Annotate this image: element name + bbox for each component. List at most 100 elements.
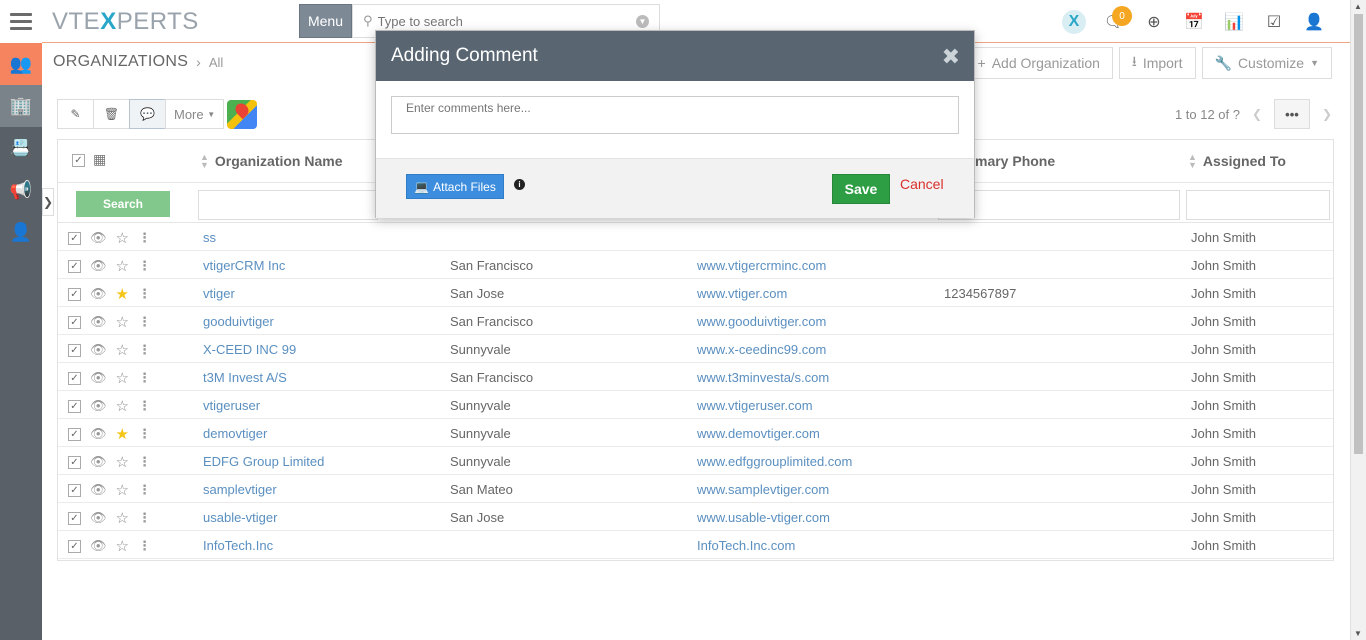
column-organization-name[interactable]: ▲ ▼ Organization Name <box>200 153 343 170</box>
kebab-menu-icon[interactable]: ⋮ <box>138 426 151 442</box>
table-row[interactable]: ✓ 👁 ★ ⋮ vtiger San Jose www.vtiger.com 12345678… <box>58 279 1333 307</box>
search-button[interactable]: Search <box>76 191 170 217</box>
import-button[interactable]: ⭳ Import <box>1118 47 1196 79</box>
star-icon[interactable]: ☆ <box>116 481 129 499</box>
scroll-up-arrow-icon[interactable]: ▲ <box>1354 2 1362 11</box>
attach-files-button[interactable]: 💻 Attach Files <box>406 174 504 199</box>
kebab-menu-icon[interactable]: ⋮ <box>138 538 151 554</box>
google-maps-icon[interactable] <box>227 100 257 129</box>
chat-icon[interactable]: 🗨0 <box>1094 0 1134 43</box>
website-link[interactable]: www.edfggrouplimited.com <box>697 454 852 469</box>
close-icon[interactable]: ✖ <box>942 44 960 70</box>
select-all-checkbox[interactable]: ✓ <box>72 154 85 167</box>
row-checkbox[interactable]: ✓ <box>68 287 81 301</box>
organization-name-link[interactable]: vtiger <box>203 286 235 301</box>
kebab-menu-icon[interactable]: ⋮ <box>138 370 151 386</box>
table-row[interactable]: ✓ 👁 ☆ ⋮ samplevtiger San Mateo www.samplevtige… <box>58 475 1333 503</box>
table-row[interactable]: ✓ 👁 ☆ ⋮ EDFG Group Limited Sunnyvale www.edfgg… <box>58 447 1333 475</box>
eye-view-icon[interactable]: 👁 <box>90 510 107 526</box>
app-logo[interactable]: VTEXPERTS <box>52 8 199 36</box>
eye-view-icon[interactable]: 👁 <box>90 454 107 470</box>
organization-name-link[interactable]: samplevtiger <box>203 482 277 497</box>
row-checkbox[interactable]: ✓ <box>68 539 81 553</box>
comment-bubble-icon[interactable]: 💬 <box>129 99 166 129</box>
cancel-link[interactable]: Cancel <box>900 176 944 192</box>
table-row[interactable]: ✓ 👁 ☆ ⋮ vtigerCRM Inc San Francisco www.vtiger… <box>58 251 1333 279</box>
next-page-icon[interactable]: ❯ <box>1320 107 1334 121</box>
scroll-thumb[interactable] <box>1354 14 1363 454</box>
organization-name-link[interactable]: gooduivtiger <box>203 314 274 329</box>
eye-view-icon[interactable]: 👁 <box>90 482 107 498</box>
chevron-down-icon[interactable]: ▼ <box>636 15 649 28</box>
eye-view-icon[interactable]: 👁 <box>90 258 107 274</box>
website-link[interactable]: www.vtiger.com <box>697 286 787 301</box>
tasks-check-icon[interactable]: ☑ <box>1254 0 1294 43</box>
star-icon[interactable]: ☆ <box>116 537 129 555</box>
delete-trash-icon[interactable]: 🗑 <box>93 99 130 129</box>
eye-view-icon[interactable]: 👁 <box>90 342 107 358</box>
page-title[interactable]: ORGANIZATIONS <box>53 53 188 71</box>
contacts-group-icon[interactable]: 👥 <box>0 43 42 85</box>
search-input[interactable] <box>377 13 628 29</box>
kebab-menu-icon[interactable]: ⋮ <box>138 258 151 274</box>
row-checkbox[interactable]: ✓ <box>68 455 81 469</box>
add-organization-button[interactable]: + Add Organization <box>964 47 1113 79</box>
star-icon[interactable]: ☆ <box>116 397 129 415</box>
table-row[interactable]: ✓ 👁 ☆ ⋮ InfoTech.Inc InfoTech.Inc.com John Smi… <box>58 531 1333 559</box>
more-dropdown-button[interactable]: More ▼ <box>165 99 225 129</box>
table-row[interactable]: ✓ 👁 ☆ ⋮ usable-vtiger San Jose www.usable-vtig… <box>58 503 1333 531</box>
table-row[interactable]: ✓ 👁 ☆ ⋮ vtigeruser Sunnyvale www.vtigeruser.co… <box>58 391 1333 419</box>
star-icon[interactable]: ★ <box>116 285 129 303</box>
prev-page-icon[interactable]: ❮ <box>1250 107 1264 121</box>
kebab-menu-icon[interactable]: ⋮ <box>138 286 151 302</box>
menu-button[interactable]: Menu <box>299 4 352 38</box>
row-checkbox[interactable]: ✓ <box>68 427 81 441</box>
organization-name-link[interactable]: usable-vtiger <box>203 510 277 525</box>
organization-name-link[interactable]: X-CEED INC 99 <box>203 342 296 357</box>
organization-name-link[interactable]: demovtiger <box>203 426 267 441</box>
row-checkbox[interactable]: ✓ <box>68 231 81 245</box>
organization-name-link[interactable]: ss <box>203 230 216 245</box>
reports-chart-icon[interactable]: 📊 <box>1214 0 1254 43</box>
column-picker-grid-icon[interactable]: ▦ <box>93 151 106 168</box>
edit-pencil-icon[interactable]: ✎ <box>57 99 94 129</box>
row-checkbox[interactable]: ✓ <box>68 343 81 357</box>
eye-view-icon[interactable]: 👁 <box>90 230 107 246</box>
column-primary-phone[interactable]: mary Phone <box>975 153 1055 169</box>
kebab-menu-icon[interactable]: ⋮ <box>138 510 151 526</box>
eye-view-icon[interactable]: 👁 <box>90 286 107 302</box>
star-icon[interactable]: ☆ <box>116 369 129 387</box>
eye-view-icon[interactable]: 👁 <box>90 314 107 330</box>
sidebar-expand-chevron-icon[interactable]: ❯ <box>42 188 54 216</box>
campaign-megaphone-icon[interactable]: 📢 <box>0 169 42 211</box>
star-icon[interactable]: ☆ <box>116 453 129 471</box>
row-checkbox[interactable]: ✓ <box>68 259 81 273</box>
kebab-menu-icon[interactable]: ⋮ <box>138 398 151 414</box>
website-link[interactable]: www.vtigercrminc.com <box>697 258 826 273</box>
row-checkbox[interactable]: ✓ <box>68 399 81 413</box>
column-assigned-to[interactable]: ▲ ▼ Assigned To <box>1188 153 1286 170</box>
website-link[interactable]: www.vtigeruser.com <box>697 398 813 413</box>
hamburger-menu-icon[interactable] <box>0 0 42 43</box>
vtexperts-x-icon[interactable]: X <box>1054 0 1094 43</box>
kebab-menu-icon[interactable]: ⋮ <box>138 314 151 330</box>
contact-card-icon[interactable]: 📇 <box>0 127 42 169</box>
user-profile-icon[interactable]: 👤 <box>1294 0 1334 43</box>
star-icon[interactable]: ☆ <box>116 509 129 527</box>
info-icon[interactable]: i <box>514 179 525 190</box>
organization-name-link[interactable]: vtigerCRM Inc <box>203 258 285 273</box>
organization-name-link[interactable]: EDFG Group Limited <box>203 454 324 469</box>
filter-organization-name[interactable] <box>198 190 378 220</box>
save-button[interactable]: Save <box>832 174 890 204</box>
filter-assigned-to[interactable] <box>1186 190 1330 220</box>
row-checkbox[interactable]: ✓ <box>68 511 81 525</box>
table-row[interactable]: ✓ 👁 ☆ ⋮ gooduivtiger San Francisco www.gooduiv… <box>58 307 1333 335</box>
star-icon[interactable]: ☆ <box>116 229 129 247</box>
breadcrumb-filter[interactable]: All <box>209 55 223 70</box>
eye-view-icon[interactable]: 👁 <box>90 426 107 442</box>
website-link[interactable]: www.samplevtiger.com <box>697 482 829 497</box>
organizations-building-icon[interactable]: 🏢 <box>0 85 42 127</box>
kebab-menu-icon[interactable]: ⋮ <box>138 342 151 358</box>
organization-name-link[interactable]: InfoTech.Inc <box>203 538 273 553</box>
row-checkbox[interactable]: ✓ <box>68 371 81 385</box>
